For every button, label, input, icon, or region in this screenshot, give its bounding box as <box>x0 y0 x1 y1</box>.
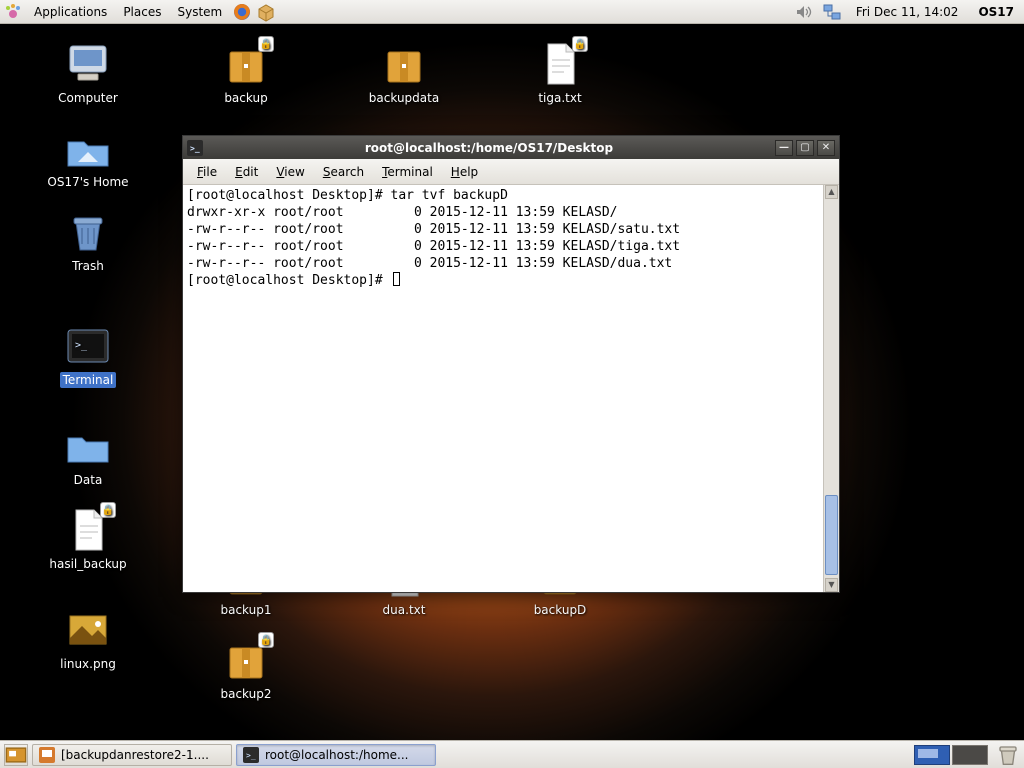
package-icon[interactable] <box>256 2 276 22</box>
desktop-icon-home[interactable]: OS17's Home <box>40 124 136 190</box>
terminal-scrollbar[interactable]: ▲ ▼ <box>823 185 839 592</box>
user-menu[interactable]: OS17 <box>972 5 1020 19</box>
desktop-icon-label: OS17's Home <box>44 174 131 190</box>
menu-applications[interactable]: Applications <box>28 3 113 21</box>
svg-text:>_: >_ <box>190 144 200 153</box>
desktop-icon-label: backupdata <box>366 90 442 106</box>
panel-trash-icon[interactable] <box>996 744 1020 766</box>
scroll-thumb[interactable] <box>825 495 838 575</box>
window-close-button[interactable]: ✕ <box>817 140 835 156</box>
desktop-icon-label: Data <box>71 472 106 488</box>
lock-emblem-icon: 🔒 <box>572 36 588 52</box>
lock-emblem-icon: 🔒 <box>258 36 274 52</box>
gnome-foot-icon <box>4 3 22 21</box>
menu-edit[interactable]: Edit <box>227 162 266 182</box>
archive-icon: 🔒 <box>222 636 270 684</box>
terminal-app-icon: >_ <box>64 322 112 370</box>
bottom-panel: [backupdanrestore2-1.... >_ root@localho… <box>0 740 1024 768</box>
desktop[interactable]: Computer OS17's Home Trash >_ Terminal D… <box>0 24 1024 740</box>
trash-icon <box>64 208 112 256</box>
impress-icon <box>39 747 55 763</box>
firefox-icon[interactable] <box>232 2 252 22</box>
desktop-icon-tiga[interactable]: 🔒 tiga.txt <box>512 40 608 106</box>
lock-emblem-icon: 🔒 <box>100 502 116 518</box>
computer-icon <box>64 40 112 88</box>
clock[interactable]: Fri Dec 11, 14:02 <box>850 5 965 19</box>
archive-icon <box>380 40 428 88</box>
show-desktop-button[interactable] <box>4 744 28 766</box>
terminal-title: root@localhost:/home/OS17/Desktop <box>209 141 769 155</box>
terminal-titlebar[interactable]: >_ root@localhost:/home/OS17/Desktop — ▢… <box>183 136 839 159</box>
text-file-icon: 🔒 <box>64 506 112 554</box>
home-folder-icon <box>64 124 112 172</box>
terminal-window: >_ root@localhost:/home/OS17/Desktop — ▢… <box>182 135 840 593</box>
window-maximize-button[interactable]: ▢ <box>796 140 814 156</box>
menu-help[interactable]: Help <box>443 162 486 182</box>
folder-icon <box>64 422 112 470</box>
terminal-menubar: File Edit View Search Terminal Help <box>183 159 839 185</box>
desktop-icon-backupdata[interactable]: backupdata <box>356 40 452 106</box>
menu-file[interactable]: File <box>189 162 225 182</box>
task-button-impress[interactable]: [backupdanrestore2-1.... <box>32 744 232 766</box>
desktop-icon-label: backup2 <box>217 686 274 702</box>
workspace-2[interactable] <box>952 745 988 765</box>
text-file-icon: 🔒 <box>536 40 584 88</box>
svg-text:>_: >_ <box>75 340 88 351</box>
menu-places[interactable]: Places <box>117 3 167 21</box>
desktop-icon-trash[interactable]: Trash <box>40 208 136 274</box>
workspace-1[interactable] <box>914 745 950 765</box>
desktop-icon-label: backup <box>221 90 270 106</box>
scroll-up-arrow[interactable]: ▲ <box>825 185 838 199</box>
window-minimize-button[interactable]: — <box>775 140 793 156</box>
svg-text:>_: >_ <box>246 751 256 760</box>
scroll-down-arrow[interactable]: ▼ <box>825 578 838 592</box>
desktop-icon-computer[interactable]: Computer <box>40 40 136 106</box>
desktop-icon-label: Computer <box>55 90 121 106</box>
network-icon[interactable] <box>822 2 842 22</box>
terminal-titlebar-icon: >_ <box>187 140 203 156</box>
desktop-icon-label: Terminal <box>60 372 117 388</box>
desktop-icon-label: linux.png <box>57 656 119 672</box>
desktop-icon-linuxpng[interactable]: linux.png <box>40 606 136 672</box>
desktop-icon-label: Trash <box>69 258 107 274</box>
menu-view[interactable]: View <box>268 162 312 182</box>
desktop-icon-backup2[interactable]: 🔒 backup2 <box>198 636 294 702</box>
task-button-label: [backupdanrestore2-1.... <box>61 748 209 762</box>
desktop-icon-label: dua.txt <box>380 602 429 618</box>
desktop-icon-label: hasil_backup <box>46 556 129 572</box>
menu-search[interactable]: Search <box>315 162 372 182</box>
lock-emblem-icon: 🔒 <box>258 632 274 648</box>
desktop-icon-label: backupD <box>531 602 590 618</box>
top-panel: Applications Places System Fri Dec 11, 1… <box>0 0 1024 24</box>
archive-icon: 🔒 <box>222 40 270 88</box>
task-button-label: root@localhost:/home... <box>265 748 408 762</box>
desktop-icon-hasil-backup[interactable]: 🔒 hasil_backup <box>40 506 136 572</box>
task-button-terminal[interactable]: >_ root@localhost:/home... <box>236 744 436 766</box>
terminal-output[interactable]: [root@localhost Desktop]# tar tvf backup… <box>183 185 823 592</box>
menu-system[interactable]: System <box>171 3 228 21</box>
image-file-icon <box>64 606 112 654</box>
menu-terminal[interactable]: Terminal <box>374 162 441 182</box>
terminal-icon: >_ <box>243 747 259 763</box>
workspace-pager[interactable] <box>914 745 988 765</box>
desktop-icon-label: backup1 <box>217 602 274 618</box>
desktop-icon-data[interactable]: Data <box>40 422 136 488</box>
desktop-icon-backup[interactable]: 🔒 backup <box>198 40 294 106</box>
desktop-icon-terminal[interactable]: >_ Terminal <box>40 322 136 388</box>
volume-icon[interactable] <box>794 2 814 22</box>
desktop-icon-label: tiga.txt <box>535 90 584 106</box>
